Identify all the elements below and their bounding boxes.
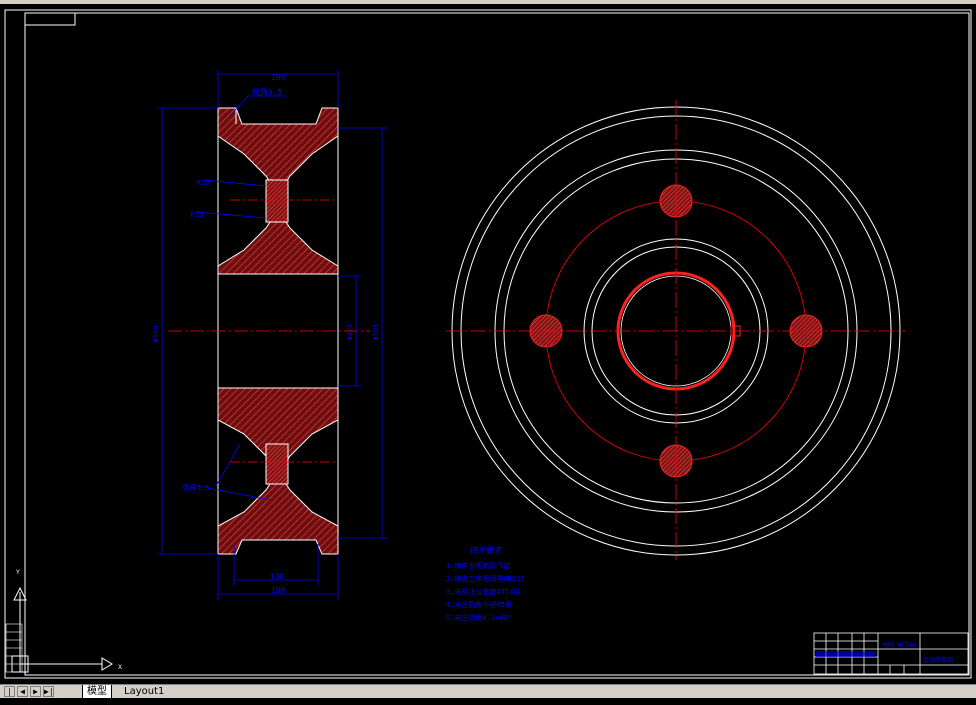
dim-fillet-upper: R10 (197, 179, 210, 187)
dim-outer-diameter: Φ580 (152, 326, 160, 343)
upper-web-section (265, 179, 289, 223)
front-view (446, 100, 906, 560)
corner-label-box (24, 12, 76, 26)
title-block-material: 材料 HT200 (882, 641, 916, 649)
dim-inner-diameter: Φ475 (346, 324, 354, 341)
dim-fillet-lower: R10 (191, 211, 204, 219)
note-item-5: 5.未注倒角0.5×45° (446, 613, 512, 622)
last-tab-button[interactable]: ▶| (43, 686, 54, 697)
next-tab-button[interactable]: ▶ (30, 686, 41, 697)
ucs-x-label: X (118, 664, 122, 671)
tab-layout1[interactable]: Layout1 (120, 685, 168, 698)
lower-rim-section (217, 483, 339, 555)
model-space-canvas[interactable]: 190 倒角1.5 R10 R10 倒角1.5 Φ580 Φ475 Φ505 1… (0, 4, 976, 684)
first-tab-button[interactable]: |◀ (4, 686, 15, 705)
title-block-part-name: 驱动滑轮图 (923, 656, 953, 664)
dim-pitch-diameter: Φ505 (372, 324, 380, 341)
prev-tab-button[interactable]: ◀ (17, 686, 28, 697)
note-item-2: 2.铸造工序需调质HB235 (446, 574, 525, 583)
dim-top-width: 190 (271, 73, 286, 82)
upper-hub-section (217, 221, 339, 275)
ucs-y-label: Y (15, 569, 20, 576)
note-item-4: 4.未注圆角半径R5级 (446, 600, 512, 609)
lower-web-section (265, 443, 289, 485)
tab-model[interactable]: 模型 (82, 685, 112, 698)
dim-bottom-inner-width: 130 (270, 572, 285, 581)
dim-bottom-width: 190 (271, 586, 286, 595)
technical-notes: 技术要求 1.铸件去毛刺及飞边 2.铸造工序需调质HB235 3.未标注公差按I… (446, 545, 525, 622)
dim-chamfer-bottom: 倒角1.5 (183, 483, 210, 492)
ucs-icon: X Y (5, 569, 122, 673)
layout-tab-bar: |◀ ◀ ▶ ▶| 模型 Layout1 (0, 684, 976, 705)
note-item-1: 1.铸件去毛刺及飞边 (446, 561, 510, 570)
notes-title: 技术要求 (470, 545, 502, 555)
note-item-3: 3.未标注公差按IT14级 (446, 587, 520, 596)
dim-chamfer-top: 倒角1.5 (252, 87, 283, 97)
